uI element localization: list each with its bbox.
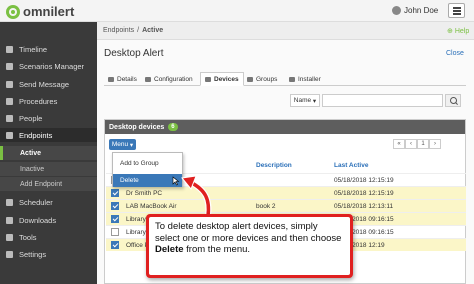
pager-page-1[interactable]: 1 [417, 139, 429, 149]
search-row: Name ▾ [97, 94, 474, 110]
list-icon [6, 97, 13, 105]
sidebar-item-people[interactable]: People [0, 111, 97, 125]
table-row[interactable]: LAB MacBook Air book 2 05/18/2018 12:13:… [106, 199, 466, 212]
sidebar-item-procedures[interactable]: Procedures [0, 94, 97, 108]
calendar-icon [6, 198, 13, 206]
omnilert-logo[interactable]: omnilert [6, 4, 74, 19]
sidebar-item-timeline[interactable]: Timeline [0, 42, 97, 56]
instruction-callout: To delete desktop alert devices, simply … [146, 214, 353, 278]
groups-icon [247, 76, 253, 82]
tab-installer[interactable]: Installer [285, 72, 325, 86]
search-icon[interactable] [445, 94, 461, 107]
wrench-icon [6, 233, 13, 241]
user-menu[interactable]: John Doe [392, 6, 438, 15]
device-last-active: 05/18/2018 12:15:19 [334, 177, 394, 184]
details-icon [108, 76, 114, 82]
panel-header: Desktop devices 6 [105, 120, 465, 134]
pager-first[interactable]: « [393, 139, 405, 149]
device-count-badge: 6 [168, 123, 178, 131]
user-name: John Doe [404, 6, 439, 15]
clock-icon [6, 45, 13, 53]
close-link[interactable]: Close [446, 50, 464, 57]
breadcrumb-active: Active [142, 27, 164, 34]
sidebar-item-send-message[interactable]: Send Message [0, 77, 97, 91]
device-last-active: 05/18/2018 12:15:19 [334, 190, 394, 197]
menu-button[interactable]: Menu ▾ [109, 139, 136, 150]
sidebar-subitem-inactive[interactable]: Inactive [0, 162, 97, 176]
sidebar-item-endpoints[interactable]: Endpoints [0, 128, 97, 142]
top-bar: omnilert John Doe [0, 0, 474, 22]
endpoint-icon [6, 131, 13, 139]
installer-icon [289, 76, 295, 82]
people-icon [6, 114, 13, 122]
sidebar-item-tools[interactable]: Tools [0, 230, 97, 244]
row-checkbox[interactable] [111, 215, 119, 223]
tab-configuration[interactable]: Configuration [141, 72, 197, 86]
settings-icon [6, 250, 13, 258]
configuration-icon [145, 76, 151, 82]
row-checkbox[interactable] [111, 189, 119, 197]
send-icon [6, 80, 13, 88]
pager-prev[interactable]: ‹ [405, 139, 417, 149]
sidebar-subitem-active[interactable]: Active [0, 146, 97, 160]
logo-icon [6, 4, 20, 19]
sidebar-item-scenarios-manager[interactable]: Scenarios Manager [0, 59, 97, 73]
callout-text: To delete desktop alert devices, simply … [149, 217, 350, 275]
hamburger-menu-button[interactable] [448, 3, 465, 18]
tab-devices[interactable]: Devices [200, 72, 244, 86]
table-row[interactable]: Dr Smith PC 05/18/2018 12:15:19 [106, 186, 466, 199]
logo-text: omnilert [23, 4, 75, 19]
page-title: Desktop Alert [104, 48, 164, 59]
breadcrumb-bar: Endpoints / Active ⊕ Help [97, 22, 474, 40]
search-field-select[interactable]: Name ▾ [290, 94, 320, 107]
row-checkbox[interactable] [111, 241, 119, 249]
tab-details[interactable]: Details [104, 72, 141, 86]
column-header-description[interactable]: Description [256, 162, 292, 169]
search-input[interactable] [322, 94, 443, 107]
panel-title: Desktop devices [109, 123, 165, 131]
device-name: Library [126, 229, 146, 236]
pager-next[interactable]: › [429, 139, 441, 149]
sidebar-item-scheduler[interactable]: Scheduler [0, 195, 97, 209]
sidebar: Timeline Scenarios Manager Send Message … [0, 22, 97, 284]
sidebar-item-downloads[interactable]: Downloads [0, 213, 97, 227]
device-name: LAB MacBook Air [126, 203, 177, 210]
row-checkbox[interactable] [111, 202, 119, 210]
device-name: Dr Smith PC [126, 190, 163, 197]
user-icon [392, 6, 401, 15]
download-icon [6, 216, 13, 224]
sidebar-subitem-add-endpoint[interactable]: Add Endpoint [0, 177, 97, 191]
tab-bar: Details Configuration Devices Groups Ins… [104, 72, 466, 86]
row-checkbox[interactable] [111, 228, 119, 236]
monitor-icon [205, 76, 211, 82]
device-last-active: 05/18/2018 12:13:11 [334, 203, 394, 210]
menu-item-add-to-group[interactable]: Add to Group [113, 157, 182, 170]
breadcrumb-endpoints[interactable]: Endpoints [103, 27, 134, 34]
pointer-cursor-icon [172, 176, 180, 186]
device-description: book 2 [256, 203, 276, 210]
sidebar-item-settings[interactable]: Settings [0, 247, 97, 261]
breadcrumb: Endpoints / Active [103, 27, 164, 34]
pagination: « ‹ 1 › [393, 139, 441, 149]
column-header-last-active[interactable]: Last Active [334, 162, 368, 169]
help-link[interactable]: ⊕ Help [447, 27, 469, 35]
tab-groups[interactable]: Groups [243, 72, 281, 86]
gear-icon [6, 62, 13, 70]
